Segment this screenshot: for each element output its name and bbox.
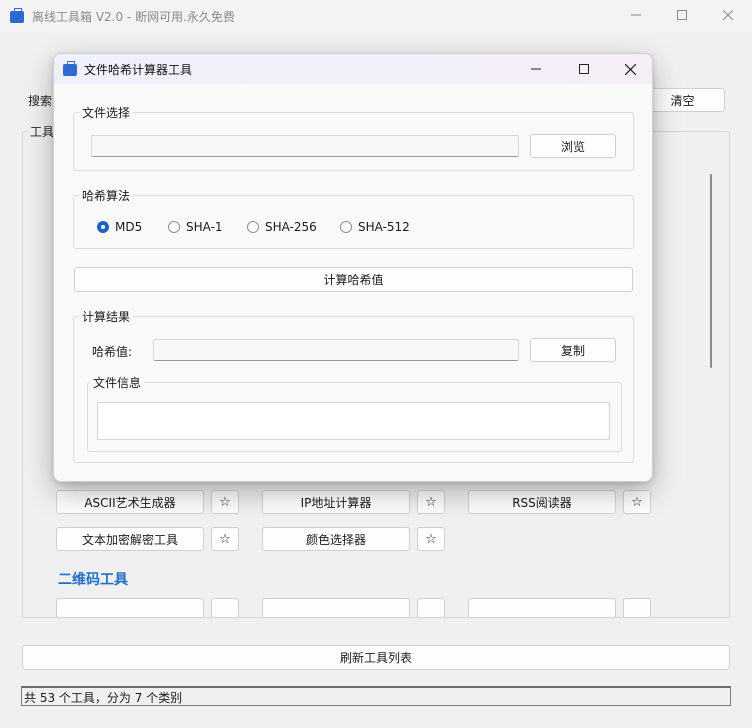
radio-indicator[interactable] — [247, 221, 259, 233]
close-button[interactable] — [706, 0, 750, 30]
favorite-star-button[interactable]: ☆ — [417, 527, 445, 551]
main-window-title: 离线工具箱 V2.0 - 断网可用.永久免费 — [32, 10, 235, 24]
status-text: 共 53 个工具，分为 7 个类别 — [24, 691, 183, 705]
maximize-icon — [677, 10, 687, 20]
dialog-close-button[interactable] — [608, 54, 652, 84]
clipped-tool-row — [23, 598, 701, 617]
radio-label: MD5 — [115, 220, 143, 234]
copy-button[interactable]: 复制 — [530, 338, 616, 362]
tool-button-ip-calculator[interactable]: IP地址计算器 — [262, 490, 410, 514]
radio-sha512[interactable]: SHA-512 — [340, 220, 410, 234]
close-icon — [624, 63, 636, 75]
tool-button-rss-reader[interactable]: RSS阅读器 — [468, 490, 616, 514]
search-label: 搜索 — [28, 94, 53, 108]
result-group-label: 计算结果 — [79, 308, 134, 325]
hash-algorithm-label: 哈希算法 — [79, 187, 134, 204]
hash-value-label: 哈希值: — [92, 345, 133, 359]
radio-label: SHA-512 — [358, 220, 410, 234]
favorite-star-button[interactable]: ☆ — [211, 490, 239, 514]
radio-indicator[interactable] — [340, 221, 352, 233]
status-bar: 共 53 个工具，分为 7 个类别 — [21, 686, 731, 706]
minimize-icon — [631, 14, 641, 16]
toolbox-icon — [10, 8, 24, 23]
file-info-textarea[interactable] — [97, 402, 610, 440]
tool-button-text-encrypt[interactable]: 文本加密解密工具 — [56, 527, 204, 551]
tools-group-label: 工具 — [28, 123, 57, 140]
tools-scrollbar[interactable] — [702, 160, 718, 600]
tool-button-ascii-art[interactable]: ASCII艺术生成器 — [56, 490, 204, 514]
dialog-maximize-button[interactable] — [562, 54, 606, 84]
toolbox-icon — [63, 61, 77, 76]
radio-label: SHA-256 — [265, 220, 317, 234]
compute-hash-button[interactable]: 计算哈希值 — [74, 267, 633, 292]
browse-button[interactable]: 浏览 — [530, 134, 616, 158]
radio-indicator[interactable] — [168, 221, 180, 233]
scrollbar-thumb[interactable] — [710, 174, 712, 368]
file-hash-dialog: 文件哈希计算器工具 文件选择 浏览 哈希算法 MD5 SHA-1 SHA-256… — [53, 53, 653, 482]
minimize-button[interactable] — [614, 0, 658, 30]
favorite-star-button[interactable] — [623, 598, 651, 617]
close-icon — [723, 10, 733, 20]
file-info-label: 文件信息 — [90, 374, 145, 391]
radio-md5[interactable]: MD5 — [97, 220, 142, 234]
refresh-tools-button[interactable]: 刷新工具列表 — [22, 645, 730, 670]
file-path-field[interactable] — [91, 135, 519, 157]
hash-value-field[interactable] — [153, 339, 519, 361]
main-titlebar: 离线工具箱 V2.0 - 断网可用.永久免费 — [0, 0, 752, 32]
favorite-star-button[interactable]: ☆ — [417, 490, 445, 514]
favorite-star-button[interactable]: ☆ — [211, 527, 239, 551]
dialog-title: 文件哈希计算器工具 — [84, 63, 193, 77]
favorite-star-button[interactable] — [211, 598, 239, 617]
maximize-icon — [579, 64, 589, 74]
favorite-star-button[interactable] — [417, 598, 445, 617]
radio-label: SHA-1 — [186, 220, 223, 234]
tool-button-partial[interactable] — [56, 598, 204, 617]
radio-sha256[interactable]: SHA-256 — [247, 220, 317, 234]
maximize-button[interactable] — [660, 0, 704, 30]
tool-button-partial[interactable] — [468, 598, 616, 617]
dialog-titlebar: 文件哈希计算器工具 — [54, 54, 652, 84]
tool-button-partial[interactable] — [262, 598, 410, 617]
favorite-star-button[interactable]: ☆ — [623, 490, 651, 514]
minimize-icon — [531, 68, 541, 70]
radio-sha1[interactable]: SHA-1 — [168, 220, 223, 234]
tool-button-color-picker[interactable]: 颜色选择器 — [262, 527, 410, 551]
radio-indicator[interactable] — [97, 221, 109, 233]
dialog-minimize-button[interactable] — [514, 54, 558, 84]
section-title-qr: 二维码工具 — [58, 572, 128, 588]
file-selection-label: 文件选择 — [79, 104, 134, 121]
